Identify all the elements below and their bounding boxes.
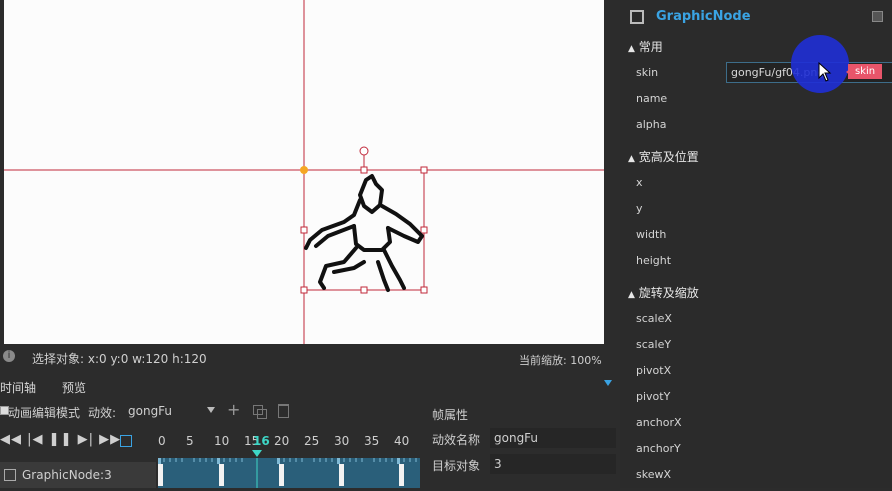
section-rotate-scale[interactable]: ▲ 旋转及缩放 [628,284,699,301]
tick-label: 20 [274,434,290,448]
tick-label: 40 [394,434,410,448]
loop-icon[interactable] [120,435,132,447]
keyframe-track[interactable] [158,458,420,488]
collapse-arrow-icon[interactable] [604,380,612,386]
prop-height: height [636,254,672,267]
prop-pivotX: pivotX [636,364,672,377]
tick-label: 5 [186,434,194,448]
effect-select[interactable]: gongFu [128,404,172,418]
section-size-position[interactable]: ▲ 宽高及位置 [628,148,699,165]
tab-preview[interactable]: 预览 [62,379,86,396]
skin-tag-badge: skin [848,64,882,79]
playback-controls: ◀◀ |◀ ❚❚ ▶| ▶▶ [0,432,121,447]
prop-scaleX: scaleX [636,312,672,325]
kungfu-figure [304,174,424,292]
node-icon [630,10,644,24]
panel-title: GraphicNode [656,9,751,24]
trash-icon[interactable] [278,404,289,418]
tick-label: 0 [158,434,166,448]
prop-x: x [636,176,643,189]
effect-name-label: 动效名称 [432,433,481,447]
rewind-icon[interactable]: ◀◀ [0,432,22,447]
rotate-handle[interactable] [359,146,369,156]
prop-anchorX: anchorX [636,416,682,429]
stage-svg [4,0,604,344]
prop-width: width [636,228,667,241]
mouse-cursor-icon [818,62,832,82]
layer-node-icon [4,469,16,481]
tick-label: 10 [214,434,230,448]
next-frame-icon[interactable]: ▶| [78,432,94,447]
prop-skin: skin [636,66,659,79]
prop-y: y [636,202,643,215]
property-panel: GraphicNode ▲ 常用 skin name alpha gongFu/… [620,0,892,488]
pause-icon[interactable]: ❚❚ [49,432,73,447]
prop-alpha: alpha [636,118,667,131]
pivot-point[interactable] [300,166,308,174]
zoom-label: 当前缩放: 100% [519,354,602,367]
playhead-icon[interactable] [252,450,262,457]
selection-info: 选择对象: x:0 y:0 w:120 h:120 [32,352,207,366]
layer-row[interactable]: GraphicNode:3 [0,462,156,488]
effect-name-field[interactable]: gongFu [490,428,616,448]
save-icon[interactable] [872,11,883,22]
keyframe-markers[interactable] [158,464,404,486]
add-icon[interactable]: + [227,400,240,419]
layer-name: GraphicNode:3 [22,468,112,482]
frame-ruler: 0 5 10 15 20 25 30 35 40 16 [158,434,420,450]
current-frame-label: 16 [253,434,270,448]
prop-pivotY: pivotY [636,390,671,403]
tick-label: 25 [304,434,320,448]
tick-label: 30 [334,434,350,448]
frame-props-title: 帧属性 [432,408,469,422]
stage-canvas[interactable] [4,0,604,344]
status-bar: i 选择对象: x:0 y:0 w:120 h:120 当前缩放: 100% [0,344,620,370]
mode-label: 动画编辑模式 [8,406,81,420]
prop-skewX: skewX [636,468,672,481]
chevron-down-icon[interactable] [207,407,215,413]
info-icon: i [3,350,15,362]
prev-frame-icon[interactable]: |◀ [27,432,43,447]
fast-forward-icon[interactable]: ▶▶ [99,432,121,447]
tab-timeline[interactable]: 时间轴 [0,379,36,396]
keyframe-svg [158,458,417,488]
effect-label: 动效: [88,406,117,420]
prop-scaleY: scaleY [636,338,672,351]
tick-label: 35 [364,434,380,448]
target-label: 目标对象 [432,459,481,473]
section-common[interactable]: ▲ 常用 [628,38,663,55]
prop-name: name [636,92,668,105]
target-field[interactable]: 3 [490,454,616,474]
prop-anchorY: anchorY [636,442,681,455]
